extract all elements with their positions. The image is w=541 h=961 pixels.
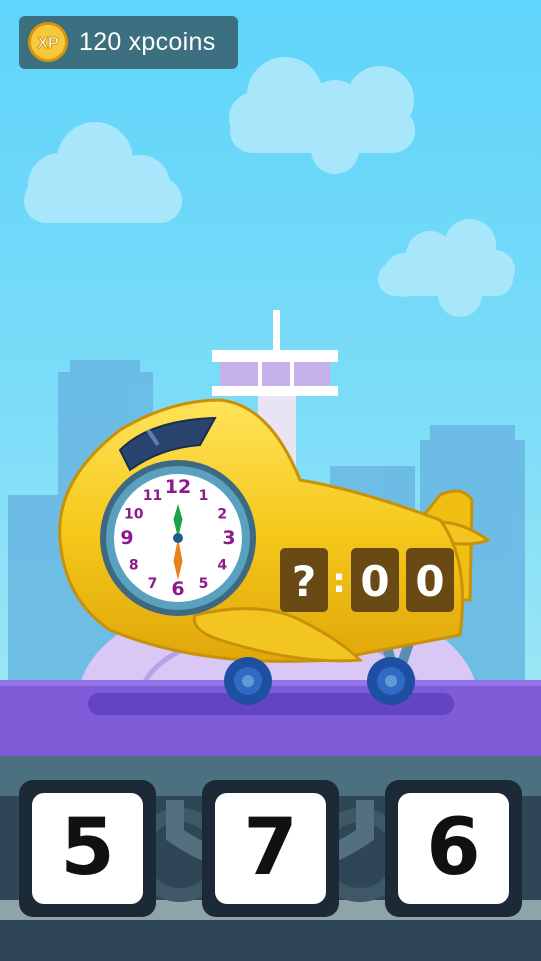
xp-amount-text: 120 xpcoins <box>79 16 223 69</box>
runway-ground <box>0 680 541 758</box>
xp-coins-badge: XP 120 xpcoins <box>19 16 238 69</box>
xp-amount-unit: xpcoins <box>128 28 216 56</box>
cloud-top <box>229 57 415 174</box>
xp-amount-value: 120 <box>79 28 122 56</box>
answer-button-3[interactable]: 6 <box>385 780 522 917</box>
analog-clock: 12 12 3 45678 9 10 11 <box>100 460 256 616</box>
digital-minute-tens-value: 0 <box>360 557 389 606</box>
clock-number-7: 7 <box>148 576 158 592</box>
clock-number-12: 12 <box>165 476 191 498</box>
answer-options: 5 7 6 <box>0 780 541 920</box>
plane-wheel-rear <box>367 657 415 705</box>
clock-number-8: 8 <box>129 558 139 574</box>
clock-center-pin <box>173 533 183 543</box>
clock-number-11: 11 <box>143 488 162 504</box>
answer-button-3-label: 6 <box>398 793 509 904</box>
clock-number-10: 10 <box>124 507 144 523</box>
cloud-right <box>378 219 515 317</box>
digital-minute-ones-value: 0 <box>415 557 444 606</box>
cloud-left <box>24 122 182 223</box>
clock-number-2: 2 <box>217 507 227 523</box>
digital-separator: : <box>332 561 346 601</box>
answer-button-2[interactable]: 7 <box>202 780 339 917</box>
digital-hour-value: ? <box>292 557 316 606</box>
clock-number-9: 9 <box>120 527 133 549</box>
xp-coin-icon: XP <box>28 22 68 62</box>
clock-number-1: 1 <box>199 488 209 504</box>
clock-number-5: 5 <box>199 576 209 592</box>
clock-number-3: 3 <box>222 527 235 549</box>
plane-wheel-front <box>224 657 272 705</box>
xp-coin-label: XP <box>37 35 59 52</box>
digital-display: ? : 0 0 <box>280 548 454 612</box>
clock-number-6: 6 <box>171 578 184 600</box>
clock-number-4: 4 <box>217 558 227 574</box>
answer-button-1-label: 5 <box>32 793 143 904</box>
answer-button-1[interactable]: 5 <box>19 780 156 917</box>
answer-button-2-label: 7 <box>215 793 326 904</box>
game-scene: 12 1 2 3 4 5 6 7 8 9 10 11 ? : 0 0 XP 120 xpcoins 5 <box>0 0 541 961</box>
